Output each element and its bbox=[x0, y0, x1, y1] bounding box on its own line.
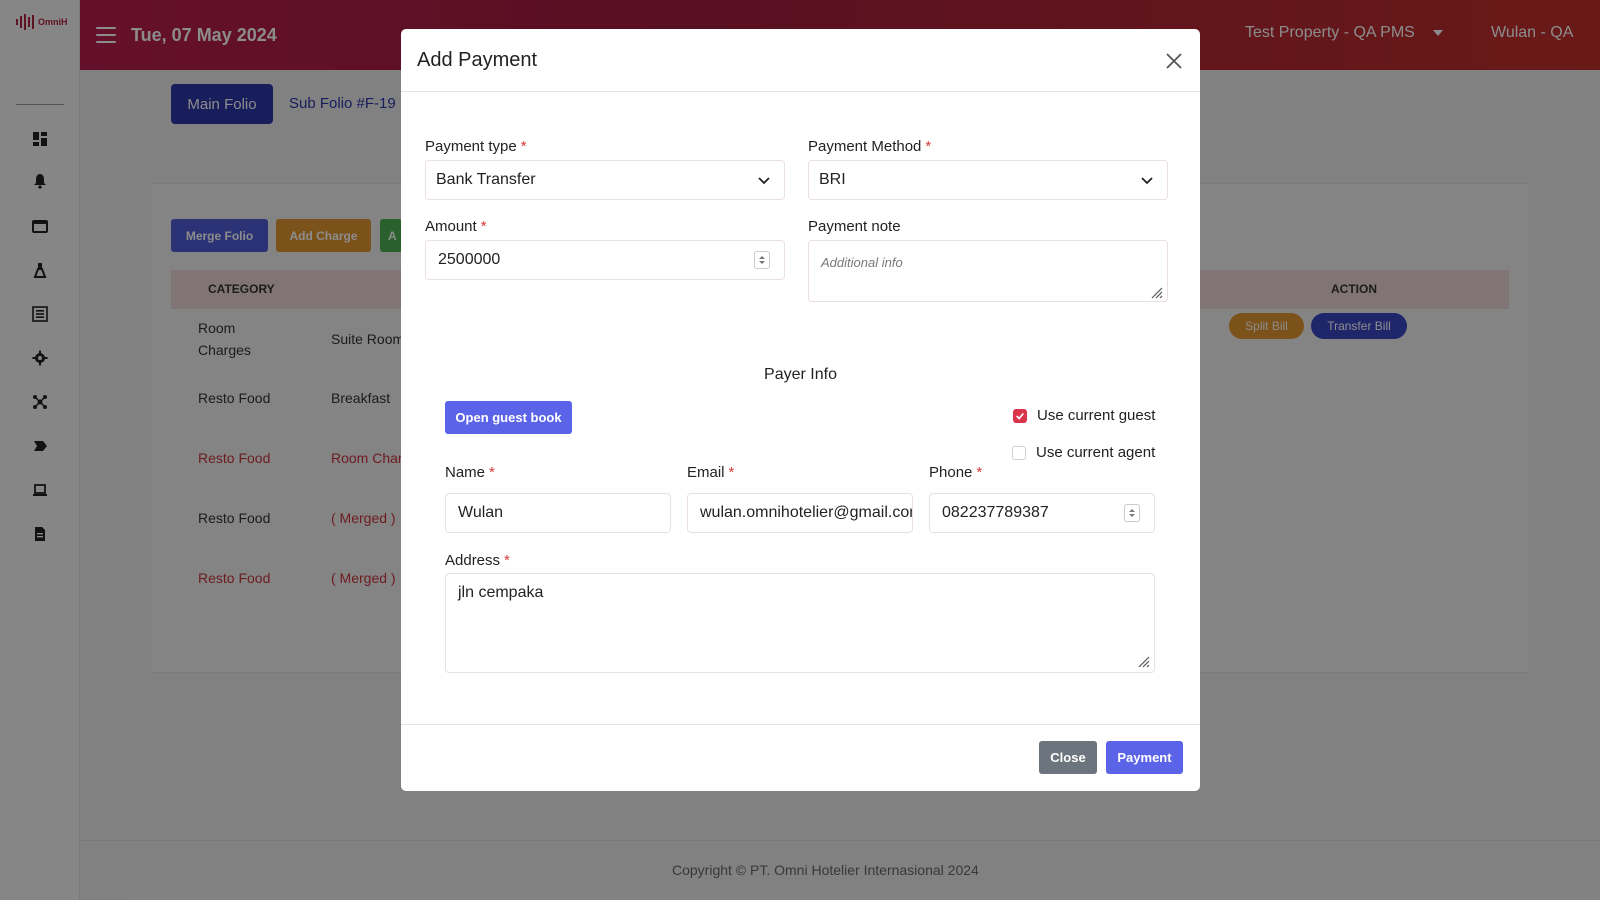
amount-input[interactable]: 2500000 bbox=[425, 240, 785, 280]
name-input[interactable]: Wulan bbox=[445, 493, 671, 533]
modal-divider bbox=[401, 91, 1200, 92]
use-current-guest-label: Use current guest bbox=[1037, 407, 1156, 424]
number-spinner-icon[interactable] bbox=[754, 251, 770, 269]
payment-button[interactable]: Payment bbox=[1106, 741, 1183, 774]
payer-info-title: Payer Info bbox=[764, 366, 837, 383]
name-value: Wulan bbox=[458, 504, 504, 521]
use-current-guest-checkbox[interactable]: Use current guest bbox=[1013, 407, 1155, 424]
checkbox-unchecked-icon[interactable] bbox=[1012, 445, 1026, 460]
payment-type-select[interactable]: Bank Transfer bbox=[425, 160, 785, 200]
open-guest-book-button[interactable]: Open guest book bbox=[445, 401, 572, 434]
name-label: Name * bbox=[445, 464, 495, 481]
phone-value: 082237789387 bbox=[942, 504, 1049, 521]
address-textarea[interactable]: jln cempaka bbox=[445, 573, 1155, 673]
modal-title: Add Payment bbox=[417, 49, 538, 71]
close-icon[interactable] bbox=[1165, 52, 1183, 70]
payment-method-label: Payment Method * bbox=[808, 138, 932, 155]
phone-label: Phone * bbox=[929, 464, 983, 481]
amount-value: 2500000 bbox=[438, 251, 501, 268]
modal-footer-divider bbox=[401, 724, 1200, 725]
use-current-agent-label: Use current agent bbox=[1036, 444, 1156, 461]
email-input[interactable]: wulan.omnihotelier@gmail.com bbox=[687, 493, 913, 533]
chevron-down-icon bbox=[1141, 177, 1153, 185]
address-label: Address * bbox=[445, 552, 510, 569]
amount-label: Amount * bbox=[425, 218, 487, 235]
payment-type-label: Payment type * bbox=[425, 138, 527, 155]
use-current-agent-checkbox[interactable]: Use current agent bbox=[1012, 444, 1155, 461]
resize-grip-icon[interactable] bbox=[1149, 285, 1163, 299]
payment-method-select[interactable]: BRI bbox=[808, 160, 1168, 200]
address-value: jln cempaka bbox=[458, 584, 544, 601]
chevron-down-icon bbox=[758, 177, 770, 185]
checkbox-checked-icon[interactable] bbox=[1013, 408, 1027, 423]
email-label: Email * bbox=[687, 464, 735, 481]
phone-input[interactable]: 082237789387 bbox=[929, 493, 1155, 533]
payment-method-value: BRI bbox=[819, 171, 846, 188]
payment-note-textarea[interactable] bbox=[808, 240, 1168, 302]
add-payment-modal: Add Payment Payment type * Bank Transfer … bbox=[401, 29, 1200, 791]
number-spinner-icon[interactable] bbox=[1124, 504, 1140, 522]
payment-type-value: Bank Transfer bbox=[436, 171, 536, 188]
payment-note-label: Payment note bbox=[808, 218, 901, 235]
email-value: wulan.omnihotelier@gmail.com bbox=[700, 504, 913, 521]
close-button[interactable]: Close bbox=[1039, 741, 1097, 774]
resize-grip-icon[interactable] bbox=[1136, 654, 1150, 668]
